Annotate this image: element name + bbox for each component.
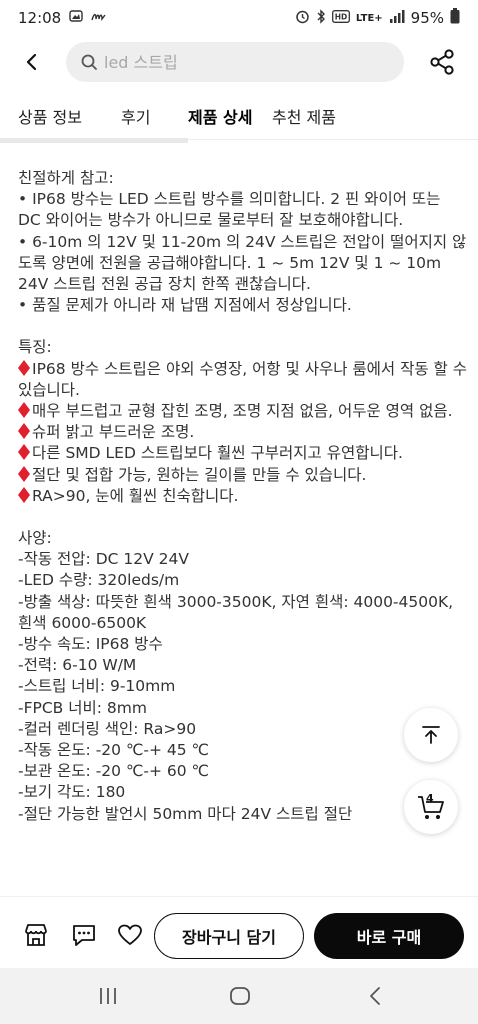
feature-text: 절단 및 접합 가능, 원하는 길이를 만들 수 있습니다. [32,465,367,484]
signature-notification-icon [91,9,107,27]
diamond-icon [18,444,30,461]
spec-item: -작동 온도: -20 ℃-+ 45 ℃ [18,741,209,760]
spec-item: -전력: 6-10 W/M [18,656,137,675]
spec-item: -작동 전압: DC 12V 24V [18,550,189,569]
note-line: • IP68 방수는 LED 스트립 방수를 의미합니다. 2 핀 와이어 또는… [18,190,446,230]
spec-item: -LED 수량: 320leds/m [18,571,180,590]
scroll-to-top-button[interactable] [404,708,458,762]
note-line: • 품질 문제가 아니라 재 납땜 지점에서 정상입니다. [18,296,352,315]
svg-text:HD: HD [335,12,348,21]
bluetooth-icon [316,8,326,28]
spec-item: -FPCB 너비: 8mm [18,698,147,717]
heart-icon [118,924,142,945]
note-line: • 6-10m 의 12V 및 11-20m 의 24V 스트립은 전압이 떨어… [18,232,467,294]
cart-count: 4 [426,792,434,805]
chat-button[interactable] [70,921,98,949]
bottom-action-bar: 장바구니 담기 바로 구매 [0,896,478,968]
wishlist-button[interactable] [116,921,144,949]
recent-apps-button[interactable] [96,984,120,1008]
spec-item: -방출 색상: 따뜻한 흰색 3000-3500K, 자연 흰색: 4000-4… [18,592,458,632]
buy-now-button[interactable]: 바로 구매 [314,913,464,959]
tab-recommended[interactable]: 추천 제품 [272,104,336,128]
status-time: 12:08 [18,9,62,27]
diamond-icon [18,465,30,482]
store-button[interactable] [22,921,50,949]
network-label: LTE+ [355,12,383,24]
feature-text: RA>90, 눈에 훨씬 친숙합니다. [32,486,239,505]
spec-item: -절단 가능한 발언시 50mm 마다 24V 스트립 절단 [18,804,353,823]
floating-cart-button[interactable]: 4 [404,780,458,834]
diamond-icon [18,486,30,503]
note-title: 친절하게 참고: [18,169,114,187]
specs-title: 사양: [18,529,52,548]
feature-item: 다른 SMD LED 스트립보다 훨씬 구부러지고 유연합니다. [18,443,468,464]
home-icon [230,987,250,1005]
hd-voice-icon: HD [331,9,350,27]
chevron-left-icon [26,53,37,71]
battery-icon [450,8,460,28]
tab-scroll-indicator [0,138,188,143]
recent-apps-icon [100,988,116,1004]
alarm-icon [295,9,310,28]
system-navigation-bar [0,968,478,1024]
tab-reviews[interactable]: 후기 [121,104,150,128]
feature-text: IP68 방수 스트립은 야외 수영장, 어항 및 사우나 룸에서 작동 할 수… [18,359,472,399]
status-bar: 12:08 HD LTE+ 95% [0,0,478,36]
feature-text: 매우 부드럽고 균형 잡힌 조명, 조명 지점 없음, 어두운 영역 없음. [32,402,453,421]
search-bar[interactable] [66,42,404,82]
signal-icon [389,9,405,27]
arrow-up-icon [422,726,440,744]
share-icon [430,49,454,75]
search-input[interactable] [104,52,384,72]
chat-icon [73,925,95,946]
store-icon [25,924,47,946]
gallery-notification-icon [69,9,83,27]
add-to-cart-button[interactable]: 장바구니 담기 [154,913,304,959]
feature-text: 다른 SMD LED 스트립보다 훨씬 구부러지고 유연합니다. [32,444,403,463]
top-app-bar [0,40,478,84]
diamond-icon [18,402,30,419]
back-button[interactable] [18,48,46,76]
spec-item: -보관 온도: -20 ℃-+ 60 ℃ [18,762,209,781]
product-detail-text: 친절하게 참고: • IP68 방수는 LED 스트립 방수를 의미합니다. 2… [18,168,468,825]
product-tabs: 상품 정보 후기 제품 상세 추천 제품 [0,92,478,140]
system-back-button[interactable] [364,984,388,1008]
feature-text: 슈퍼 밝고 부드러운 조명. [32,423,195,442]
feature-item: 매우 부드럽고 균형 잡힌 조명, 조명 지점 없음, 어두운 영역 없음. [18,401,468,422]
spec-item: -보기 각도: 180 [18,783,126,802]
features-title: 특징: [18,338,52,357]
diamond-icon [18,359,30,376]
diamond-icon [18,423,30,440]
home-button[interactable] [228,984,252,1008]
spec-item: -컬러 렌더링 색인: Ra>90 [18,719,197,738]
share-button[interactable] [428,48,456,76]
feature-item: RA>90, 눈에 훨씬 친숙합니다. [18,486,468,507]
back-icon [370,987,380,1005]
battery-percent: 95% [410,9,444,27]
tab-product-info[interactable]: 상품 정보 [18,104,82,128]
feature-item: IP68 방수 스트립은 야외 수영장, 어항 및 사우나 룸에서 작동 할 수… [18,359,468,401]
spec-item: -방수 속도: IP68 방수 [18,635,163,654]
feature-item: 절단 및 접합 가능, 원하는 길이를 만들 수 있습니다. [18,465,468,486]
feature-item: 슈퍼 밝고 부드러운 조명. [18,422,468,443]
spec-item: -스트립 너비: 9-10mm [18,677,176,696]
tab-product-details[interactable]: 제품 상세 [188,104,252,128]
search-icon [81,54,97,70]
